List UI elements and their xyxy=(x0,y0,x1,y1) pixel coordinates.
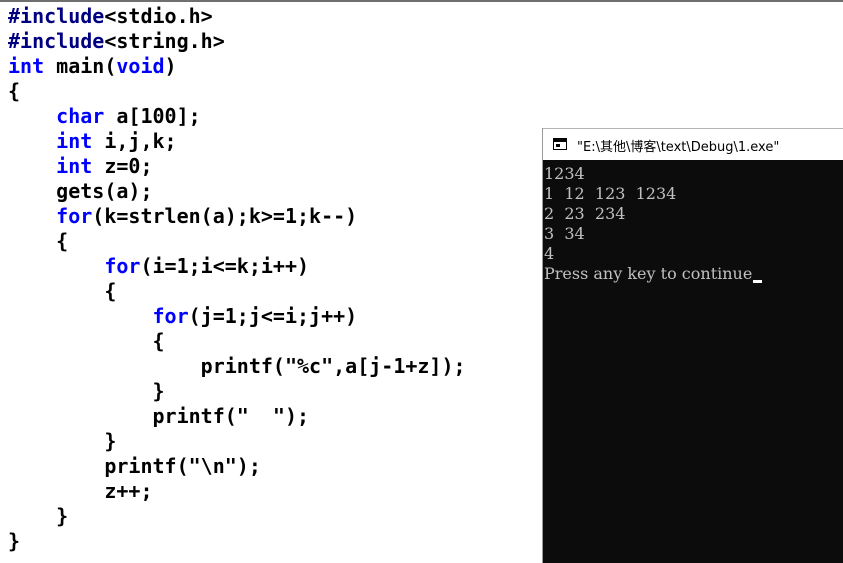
code-keyword: for xyxy=(56,204,93,228)
console-output-line: 1 12 123 1234 xyxy=(544,184,677,203)
code-text: i,j,k; xyxy=(92,129,177,153)
code-line[interactable]: for(i=1;i<=k;i++) xyxy=(8,254,309,279)
code-text: <string.h> xyxy=(104,29,225,53)
code-text: ) xyxy=(164,54,177,78)
code-line[interactable]: int main(void) xyxy=(8,54,177,79)
code-line[interactable]: { xyxy=(8,229,68,254)
code-text: printf("\n"); xyxy=(8,454,261,478)
code-line[interactable]: gets(a); xyxy=(8,179,153,204)
code-keyword: int xyxy=(56,129,93,153)
code-line[interactable]: #include<stdio.h> xyxy=(8,4,213,29)
console-output-line: 1234 xyxy=(544,164,585,183)
code-text: { xyxy=(8,279,117,303)
code-keyword: for xyxy=(104,254,141,278)
console-output-line: 3 34 xyxy=(544,224,585,243)
code-text: } xyxy=(8,429,117,453)
code-preprocessor: #include xyxy=(8,4,105,28)
code-line[interactable]: } xyxy=(8,379,165,404)
code-text: { xyxy=(8,329,165,353)
code-text: } xyxy=(8,504,69,528)
code-line[interactable]: for(j=1;j<=i;j++) xyxy=(8,304,358,329)
code-keyword: int xyxy=(8,54,45,78)
code-text: z++; xyxy=(8,479,153,503)
code-text: a[100]; xyxy=(104,104,201,128)
code-line[interactable]: z++; xyxy=(8,479,153,504)
code-text: { xyxy=(8,229,69,253)
console-output-line: 2 23 234 xyxy=(544,204,626,223)
code-line[interactable]: for(k=strlen(a);k>=1;k--) xyxy=(8,204,357,229)
code-text: } xyxy=(8,379,165,403)
code-text: { xyxy=(8,79,21,103)
code-line[interactable]: printf("%c",a[j-1+z]); xyxy=(8,354,466,379)
code-text: printf(" "); xyxy=(8,404,310,428)
console-cursor xyxy=(753,280,762,283)
code-keyword: for xyxy=(152,304,189,328)
console-window[interactable]: "E:\其他\博客\text\Debug\1.exe" 1234 1 12 12… xyxy=(542,128,843,563)
code-keyword: void xyxy=(116,54,165,78)
code-text: (j=1;j<=i;j++) xyxy=(188,304,358,328)
code-text: (i=1;i<=k;i++) xyxy=(140,254,310,278)
code-keyword: int xyxy=(56,154,93,178)
code-line[interactable]: { xyxy=(8,279,116,304)
code-line[interactable]: char a[100]; xyxy=(8,104,201,129)
code-keyword: char xyxy=(56,104,105,128)
console-title: "E:\其他\博客\text\Debug\1.exe" xyxy=(577,140,780,155)
code-line[interactable]: { xyxy=(8,329,165,354)
code-line[interactable]: { xyxy=(8,79,20,104)
code-preprocessor: #include xyxy=(8,29,105,53)
code-line[interactable]: printf(" "); xyxy=(8,404,309,429)
code-text: } xyxy=(8,529,21,553)
console-window-icon xyxy=(553,138,567,150)
code-line[interactable]: } xyxy=(8,529,20,554)
code-text: <stdio.h> xyxy=(104,4,213,28)
code-text: gets(a); xyxy=(8,179,153,203)
code-line[interactable]: } xyxy=(8,429,116,454)
code-line[interactable]: } xyxy=(8,504,68,529)
code-text: (k=strlen(a);k>=1;k--) xyxy=(92,204,358,228)
code-line[interactable]: #include<string.h> xyxy=(8,29,225,54)
code-line[interactable]: int z=0; xyxy=(8,154,153,179)
console-output: 1234 1 12 123 1234 2 23 234 3 34 4 Press… xyxy=(543,164,843,563)
code-line[interactable]: int i,j,k; xyxy=(8,129,177,154)
code-text: printf("%c",a[j-1+z]); xyxy=(8,354,466,378)
code-text: main( xyxy=(44,54,117,78)
console-output-line: Press any key to continue xyxy=(544,264,753,283)
console-titlebar[interactable]: "E:\其他\博客\text\Debug\1.exe" xyxy=(543,128,843,160)
code-line[interactable]: printf("\n"); xyxy=(8,454,261,479)
code-text: z=0; xyxy=(92,154,153,178)
console-output-line: 4 xyxy=(544,244,555,263)
